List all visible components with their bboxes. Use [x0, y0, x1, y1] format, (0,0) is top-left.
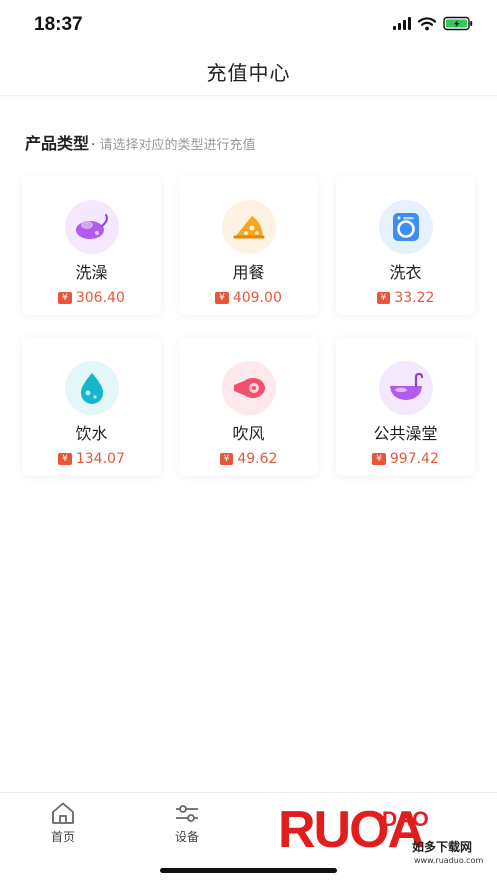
- product-label: 洗澡: [75, 263, 108, 282]
- bathtub-icon: [378, 361, 433, 415]
- price-row: ¥ 49.62: [219, 451, 278, 467]
- product-label: 饮水: [75, 424, 108, 443]
- price-row: ¥ 134.07: [58, 451, 125, 467]
- currency-badge: ¥: [372, 453, 386, 465]
- pizza-icon: [221, 200, 276, 254]
- product-price: 306.40: [75, 290, 125, 306]
- product-label: 用餐: [232, 263, 265, 282]
- currency-badge: ¥: [58, 453, 72, 465]
- product-price: 997.42: [389, 451, 439, 467]
- currency-badge: ¥: [219, 453, 234, 465]
- product-card-shower[interactable]: 洗澡 ¥ 306.40: [22, 176, 161, 315]
- product-price: 409.00: [232, 290, 282, 306]
- battery-charging-icon: [443, 16, 473, 31]
- product-price: 33.22: [394, 290, 435, 306]
- hair-dryer-icon: [221, 361, 276, 415]
- tab-home[interactable]: 首页: [28, 801, 98, 845]
- product-grid: 洗澡 ¥ 306.40 用餐 ¥ 409.00 洗衣 ¥ 33.22 饮水 ¥ …: [22, 176, 475, 476]
- product-price: 134.07: [75, 451, 125, 467]
- status-time: 18:37: [34, 14, 83, 35]
- home-icon: [52, 802, 74, 824]
- product-label: 吹风: [232, 424, 265, 443]
- wifi-icon: [418, 16, 436, 30]
- status-bar: 18:37: [0, 0, 497, 48]
- product-card-hairdryer[interactable]: 吹风 ¥ 49.62: [179, 337, 318, 476]
- product-card-dining[interactable]: 用餐 ¥ 409.00: [179, 176, 318, 315]
- status-icons: [393, 16, 473, 31]
- washing-machine-icon: [378, 200, 433, 254]
- shower-icon: [64, 200, 119, 254]
- price-row: ¥ 306.40: [58, 290, 125, 306]
- currency-badge: ¥: [215, 292, 229, 304]
- price-row: ¥ 409.00: [215, 290, 282, 306]
- watermark-url: www.ruaduo.com: [414, 856, 484, 865]
- watermark-cn-text: 如多下载网: [412, 840, 473, 854]
- section-hint: 请选择对应的类型进行充值: [99, 138, 256, 153]
- page-title: 充值中心: [206, 61, 291, 85]
- product-card-public-bath[interactable]: 公共澡堂 ¥ 997.42: [336, 337, 475, 476]
- section-separator: ·: [91, 137, 96, 153]
- watermark-logo: RUOA DAO 如多下载网 www.ruaduo.com: [278, 800, 493, 874]
- price-row: ¥ 997.42: [372, 451, 439, 467]
- signal-icon: [393, 17, 411, 30]
- tab-devices[interactable]: 设备: [152, 801, 222, 845]
- nav-bar: 充值中心: [0, 48, 497, 96]
- sliders-icon: [176, 805, 198, 822]
- water-drop-icon: [64, 361, 119, 415]
- product-card-water[interactable]: 饮水 ¥ 134.07: [22, 337, 161, 476]
- home-indicator: [160, 868, 337, 873]
- product-price: 49.62: [237, 451, 278, 467]
- section-title: 产品类型: [25, 134, 90, 153]
- product-card-laundry[interactable]: 洗衣 ¥ 33.22: [336, 176, 475, 315]
- tab-label: 首页: [50, 830, 75, 844]
- price-row: ¥ 33.22: [376, 290, 435, 306]
- product-label: 洗衣: [389, 263, 422, 282]
- product-label: 公共澡堂: [373, 424, 438, 443]
- watermark-brand: DAO: [382, 808, 429, 831]
- tab-label: 设备: [174, 830, 199, 844]
- currency-badge: ¥: [376, 292, 391, 304]
- currency-badge: ¥: [58, 292, 72, 304]
- section-header: 产品类型 · 请选择对应的类型进行充值: [25, 130, 255, 154]
